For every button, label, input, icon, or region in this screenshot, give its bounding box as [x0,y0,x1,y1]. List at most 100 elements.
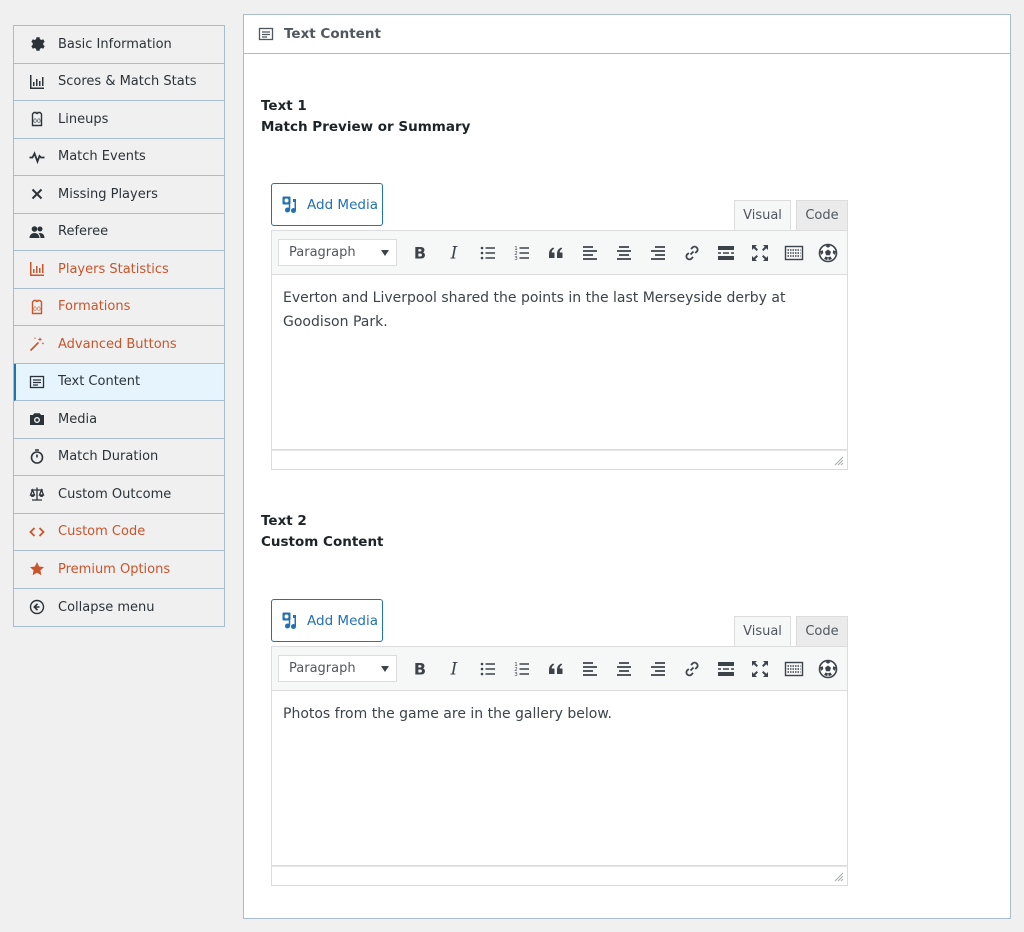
jersey-icon: 00 [28,110,46,128]
add-media-icon [282,612,296,629]
toolbar-toggle-button[interactable] [777,238,811,268]
align-left-icon [583,661,597,676]
soccer-ball-button[interactable] [811,238,845,268]
tab-visual[interactable]: Visual [734,616,791,646]
bar-chart-icon [28,260,46,278]
bulleted-list-button[interactable] [471,238,505,268]
text-icon [28,373,46,391]
align-right-button[interactable] [641,654,675,684]
svg-text:3: 3 [514,256,518,262]
italic-icon: I [450,243,458,263]
jersey-icon: 00 [28,298,46,316]
sidebar-item-basic-information[interactable]: Basic Information [14,26,224,64]
editor-status-bar [271,866,848,886]
read-more-icon [718,245,734,260]
camera-icon [28,410,46,428]
sidebar-item-lineups[interactable]: 00 Lineups [14,101,224,139]
insert-link-button[interactable] [675,654,709,684]
sidebar-item-label: Premium Options [58,561,171,577]
blockquote-button[interactable] [539,654,573,684]
align-left-icon [583,245,597,260]
svg-text:B: B [414,659,426,678]
resize-handle-icon[interactable] [834,456,844,466]
people-icon [28,223,46,241]
bar-chart-icon [28,73,46,91]
fullscreen-button[interactable] [743,238,777,268]
svg-text:B: B [414,243,426,262]
sidebar-item-scores-match-stats[interactable]: Scores & Match Stats [14,64,224,101]
star-icon [28,560,46,578]
field-label-text-1: Text 1 Match Preview or Summary [261,96,470,138]
toolbar-toggle-button[interactable] [777,654,811,684]
editor-content[interactable]: Everton and Liverpool shared the points … [271,275,848,450]
fullscreen-icon [752,660,768,677]
insert-link-button[interactable] [675,238,709,268]
sidebar-item-label: Referee [58,224,109,240]
editor-status-bar [271,450,848,470]
sidebar-item-custom-outcome[interactable]: Custom Outcome [14,476,224,514]
align-left-button[interactable] [573,238,607,268]
sidebar-item-text-content[interactable]: Text Content [14,363,224,401]
svg-text:3: 3 [514,672,518,678]
italic-button[interactable]: I [437,654,471,684]
resize-handle-icon[interactable] [834,872,844,882]
tab-visual[interactable]: Visual [734,200,791,230]
blockquote-button[interactable] [539,238,573,268]
sidebar-item-label: Match Duration [58,449,159,465]
format-select[interactable]: Paragraph [278,655,397,682]
read-more-button[interactable] [709,238,743,268]
sidebar-item-premium-options[interactable]: Premium Options [14,551,224,589]
editor-toolbar: Paragraph B I 123 [271,230,848,275]
numbered-list-icon: 123 [514,246,529,262]
align-right-button[interactable] [641,238,675,268]
align-center-button[interactable] [607,238,641,268]
gear-icon [28,35,46,53]
format-select[interactable]: Paragraph [278,239,397,266]
sidebar-item-missing-players[interactable]: Missing Players [14,176,224,214]
sidebar-item-referee[interactable]: Referee [14,214,224,251]
svg-text:00: 00 [33,118,41,125]
tab-code[interactable]: Code [796,616,848,646]
svg-text:I: I [450,659,458,679]
sidebar-item-label: Lineups [58,111,109,127]
tab-code[interactable]: Code [796,200,848,230]
sidebar-item-advanced-buttons[interactable]: Advanced Buttons [14,326,224,364]
align-left-button[interactable] [573,654,607,684]
align-right-icon [651,245,665,260]
editor-toolbar: Paragraph B I 123 [271,646,848,691]
add-media-button[interactable]: Add Media [271,599,383,642]
panel-title: Text Content [284,26,381,42]
text-content-panel: Text Content Text 1 Match Preview or Sum… [243,14,1011,919]
soccer-ball-icon [818,243,838,262]
sidebar-item-label: Basic Information [58,36,172,52]
sidebar-item-collapse-menu[interactable]: Collapse menu [14,589,224,627]
bold-button[interactable]: B [403,238,437,268]
read-more-button[interactable] [709,654,743,684]
numbered-list-button[interactable]: 123 [505,238,539,268]
bold-button[interactable]: B [403,654,437,684]
align-right-icon [651,661,665,676]
quote-icon [549,663,563,674]
editor-content[interactable]: Photos from the game are in the gallery … [271,691,848,866]
numbered-list-button[interactable]: 123 [505,654,539,684]
sidebar-item-label: Players Statistics [58,261,169,277]
fullscreen-button[interactable] [743,654,777,684]
bulleted-list-button[interactable] [471,654,505,684]
quote-icon [549,247,563,258]
add-media-button[interactable]: Add Media [271,183,383,226]
read-more-icon [718,661,734,676]
sidebar-item-match-duration[interactable]: Match Duration [14,439,224,476]
format-select-value: Paragraph [289,245,356,260]
sidebar-item-match-events[interactable]: Match Events [14,139,224,176]
bold-icon: B [414,243,426,262]
align-center-button[interactable] [607,654,641,684]
stopwatch-icon [28,448,46,466]
soccer-ball-button[interactable] [811,654,845,684]
sidebar-item-custom-code[interactable]: Custom Code [14,514,224,551]
sidebar-item-media[interactable]: Media [14,401,224,439]
sidebar-item-label: Missing Players [58,186,158,202]
sidebar-menu: Basic Information Scores & Match Stats 0… [13,25,225,627]
sidebar-item-formations[interactable]: 00 Formations [14,289,224,326]
italic-button[interactable]: I [437,238,471,268]
sidebar-item-players-statistics[interactable]: Players Statistics [14,251,224,289]
